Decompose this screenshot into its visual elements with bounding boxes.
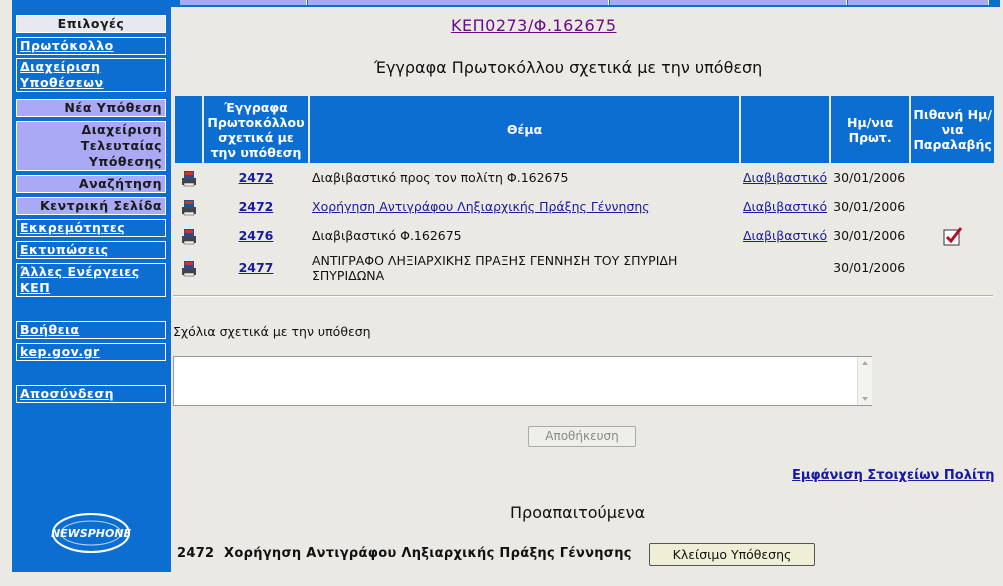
sidebar-item-protocol[interactable]: Πρωτόκολλο [16,37,166,55]
row-receipt-cell [911,250,994,285]
header-subject: Θέμα [310,96,739,163]
type-link[interactable]: Διαβιβαστικό [743,228,827,243]
sidebar-item-help[interactable]: Βοήθεια [16,321,166,339]
row-date-cell: 30/01/2006 [833,199,906,214]
document-number-link[interactable]: 2472 [239,170,274,185]
row-receipt-cell [911,163,994,192]
sidebar-item-logout[interactable]: Αποσύνδεση [16,385,166,403]
sidebar-item-prints[interactable]: Εκτυπώσεις [16,241,166,259]
table-row: 2477 ΑΝΤΙΓΡΑΦΟ ΛΗΞΙΑΡΧΙΚΗΣ ΠΡΑΞΗΣ ΓΕΝΝΗΣΗ… [175,250,994,285]
row-number-cell: 2477 [204,250,308,285]
sidebar-header-options: Επιλογές [16,15,166,33]
type-link[interactable]: Διαβιβαστικό [743,170,827,185]
subject-text: ΑΝΤΙΓΡΑΦΟ ΛΗΞΙΑΡΧΙΚΗΣ ΠΡΑΞΗΣ ΓΕΝΝΗΣΗ ΤΟΥ… [312,252,678,283]
prerequisite-number: 2472 [177,546,215,561]
row-type-cell: Διαβιβαστικό [741,163,829,192]
type-link[interactable]: Διαβιβαστικό [743,199,827,214]
table-row: 2472 Διαβιβαστικό προς τον πολίτη Φ.16267… [175,163,994,192]
sidebar-item-other-actions[interactable]: Άλλες Ενέργειες ΚΕΠ [16,263,166,297]
scroll-arrows-icon [862,361,868,401]
sidebar-item-pending[interactable]: Εκκρεμότητες [16,219,166,237]
header-receipt-date: Πιθανή Ημ/νια Παραλαβής [911,96,995,163]
row-receipt-cell [911,192,994,221]
prerequisite-text: Χορήγηση Αντιγράφου Ληξιαρχικής Πράξης Γ… [224,546,632,561]
print-document-icon[interactable] [178,167,200,189]
row-date-cell: 30/01/2006 [833,228,906,243]
row-type-cell: Διαβιβαστικό [741,192,829,221]
prerequisite-item: 2472 Χορήγηση Αντιγράφου Ληξιαρχικής Πρά… [177,546,632,561]
row-icon-cell [175,221,202,250]
page-subtitle: Έγγραφα Πρωτοκόλλου σχετικά με την υπόθε… [374,58,763,77]
header-type-col [741,96,830,163]
table-row: 2472 Χορήγηση Αντιγράφου Ληξιαρχικής Πράξ… [175,192,994,221]
row-number-cell: 2472 [204,192,308,221]
subject-text: Διαβιβαστικό Φ.162675 [312,228,462,243]
subject-text: Διαβιβαστικό προς τον πολίτη Φ.162675 [312,170,569,185]
close-case-button[interactable]: Κλείσιμο Υπόθεσης [649,543,815,566]
comments-label: Σχόλια σχετικά με την υπόθεση [173,324,371,339]
print-document-icon[interactable] [178,257,200,279]
row-subject-cell: ΑΝΤΙΓΡΑΦΟ ΛΗΞΙΑΡΧΙΚΗΣ ΠΡΑΞΗΣ ΓΕΝΝΗΣΗ ΤΟΥ… [310,250,739,285]
header-protocol-date: Ημ/νια Πρωτ. [831,96,910,163]
row-icon-cell [175,250,202,285]
row-date-cell: 30/01/2006 [833,260,906,275]
header-icon-col [175,96,202,163]
case-title[interactable]: ΚΕΠ0273/Φ.162675 [451,16,617,35]
svg-text:NEWSPHONE: NEWSPHONE [51,527,132,540]
row-icon-cell [175,163,202,192]
row-subject-cell: Χορήγηση Αντιγράφου Ληξιαρχικής Πράξης Γ… [310,192,739,221]
checkmark-icon[interactable] [943,226,963,246]
table-row: 2476 Διαβιβαστικό Φ.162675 Διαβιβαστικό 30/… [175,221,994,250]
prerequisites-title: Προαπαιτούμενα [510,503,646,522]
print-document-icon[interactable] [178,196,200,218]
document-number-link[interactable]: 2476 [239,228,274,243]
row-number-cell: 2476 [204,221,308,250]
newsphone-logo: NEWSPHONE [51,513,132,553]
sidebar-nav: Επιλογές Πρωτόκολλο Διαχείριση Υποθέσεων… [12,0,171,572]
row-number-cell: 2472 [204,163,308,192]
sidebar-item-manage-last-case[interactable]: Διαχείριση Τελευταίας Υπόθεσης [16,121,166,171]
row-type-cell [741,250,829,285]
show-citizen-details-link[interactable]: Εμφάνιση Στοιχείων Πολίτη [792,468,995,483]
sidebar-item-case-management[interactable]: Διαχείριση Υποθέσεων [16,58,166,92]
sidebar-item-kep-gov[interactable]: kep.gov.gr [16,343,166,361]
row-icon-cell [175,192,202,221]
save-button[interactable]: Αποθήκευση [528,426,636,447]
row-subject-cell: Διαβιβαστικό προς τον πολίτη Φ.162675 [310,163,739,192]
sidebar-item-search[interactable]: Αναζήτηση [16,175,166,193]
window-edge [0,0,10,586]
divider [173,295,993,297]
header-documents: Έγγραφα Πρωτοκόλλου σχετικά με την υπόθε… [204,96,308,163]
row-subject-cell: Διαβιβαστικό Φ.162675 [310,221,739,250]
row-date-cell: 30/01/2006 [833,170,906,185]
document-number-link[interactable]: 2472 [239,199,274,214]
documents-table: Έγγραφα Πρωτοκόλλου σχετικά με την υπόθε… [173,96,996,285]
document-number-link[interactable]: 2477 [239,260,274,275]
sidebar-item-home[interactable]: Κεντρική Σελίδα [16,197,166,215]
textarea-scrollbar[interactable] [857,357,872,405]
print-document-icon[interactable] [178,225,200,247]
row-type-cell: Διαβιβαστικό [741,221,829,250]
sidebar-item-new-case[interactable]: Νέα Υπόθεση [16,99,166,117]
row-receipt-cell [911,221,994,250]
subject-link[interactable]: Χορήγηση Αντιγράφου Ληξιαρχικής Πράξης Γ… [312,199,650,214]
comments-textarea[interactable] [173,356,872,406]
